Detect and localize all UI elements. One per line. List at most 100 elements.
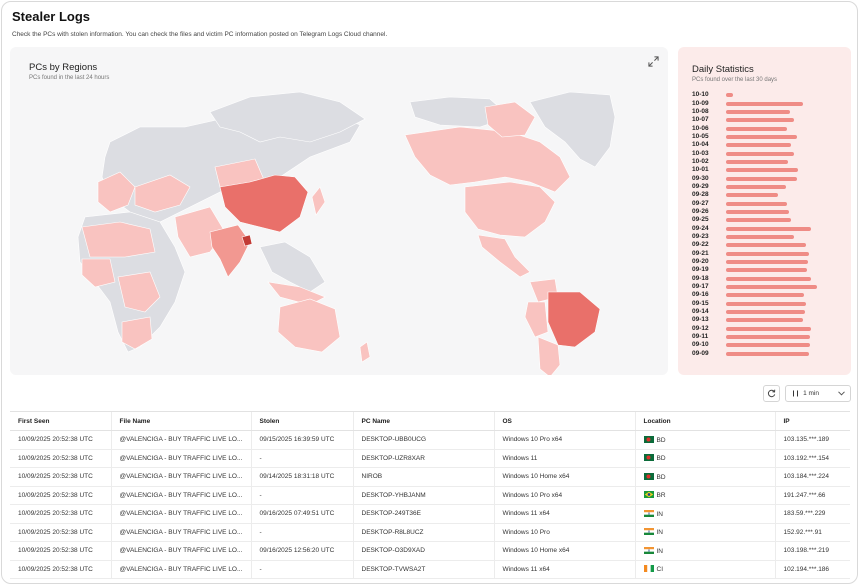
stat-date: 09-28 (692, 191, 709, 199)
table-row[interactable]: 10/09/2025 20:52:38 UTC @VALENCIGA - BUY … (10, 560, 850, 579)
stat-bar (726, 285, 817, 290)
cell-file-name[interactable]: @VALENCIGA - BUY TRAFFIC LIVE LO... (110, 467, 251, 487)
stat-row[interactable]: 09-12 (692, 325, 842, 333)
stat-date: 09-18 (692, 274, 709, 282)
cell-file-name[interactable]: @VALENCIGA - BUY TRAFFIC LIVE LO... (110, 560, 251, 579)
stat-bar (726, 326, 811, 331)
stat-bar (726, 101, 803, 106)
stat-row[interactable]: 09-15 (692, 300, 842, 308)
stat-row[interactable]: 09-24 (692, 225, 842, 233)
cell-pc-name: DESKTOP-UZR8XAR (352, 449, 494, 468)
stat-row[interactable]: 09-09 (692, 350, 842, 358)
stat-row[interactable]: 09-25 (692, 216, 842, 224)
stat-row[interactable]: 10-08 (692, 108, 842, 116)
cell-pc-name: DESKTOP-YHBJANM (352, 486, 494, 505)
cell-file-name[interactable]: @VALENCIGA - BUY TRAFFIC LIVE LO... (110, 486, 251, 505)
cell-file-name[interactable]: @VALENCIGA - BUY TRAFFIC LIVE LO... (110, 449, 251, 468)
stat-bar (726, 235, 794, 240)
stealer-logs-table: First Seen File Name Stolen PC Name OS L… (10, 411, 850, 579)
stat-bar (726, 126, 787, 131)
stat-row[interactable]: 09-18 (692, 275, 842, 283)
stat-date: 10-10 (692, 91, 709, 99)
bangladesh-flag-icon (643, 472, 654, 480)
cell-ip: 191.247.***.66 (774, 486, 850, 505)
stat-row[interactable]: 09-10 (692, 341, 842, 349)
stat-row[interactable]: 10-02 (692, 158, 842, 166)
stat-row[interactable]: 09-28 (692, 191, 842, 199)
stat-bar (726, 243, 806, 248)
cell-file-name[interactable]: @VALENCIGA - BUY TRAFFIC LIVE LO... (110, 541, 251, 561)
stats-panel-subtitle: PCs found over the last 30 days (692, 77, 778, 83)
stat-date: 09-13 (692, 316, 709, 324)
table-row[interactable]: 10/09/2025 20:52:38 UTC @VALENCIGA - BUY … (10, 449, 850, 468)
stat-row[interactable]: 10-05 (692, 133, 842, 141)
column-header-location[interactable]: Location (634, 411, 775, 431)
stat-row[interactable]: 09-17 (692, 283, 842, 291)
table-row[interactable]: 10/09/2025 20:52:38 UTC @VALENCIGA - BUY … (10, 486, 850, 505)
stat-date: 10-08 (692, 107, 709, 115)
stat-row[interactable]: 09-23 (692, 233, 842, 241)
stat-row[interactable]: 10-06 (692, 124, 842, 132)
table-row[interactable]: 10/09/2025 20:52:38 UTC @VALENCIGA - BUY … (10, 467, 850, 487)
map-region-canada (404, 126, 571, 193)
cell-first-seen: 10/09/2025 20:52:38 UTC (10, 560, 111, 579)
expand-icon[interactable] (648, 56, 659, 67)
stat-row[interactable]: 10-01 (692, 166, 842, 174)
stat-date: 10-05 (692, 132, 709, 140)
stat-bar (726, 168, 798, 173)
table-row[interactable]: 10/09/2025 20:52:38 UTC @VALENCIGA - BUY … (10, 430, 850, 450)
map-panel-title: PCs by Regions (29, 62, 98, 73)
cell-ip: 103.198.***.219 (774, 541, 850, 561)
stat-row[interactable]: 09-22 (692, 241, 842, 249)
stat-row[interactable]: 09-27 (692, 199, 842, 207)
stat-row[interactable]: 09-26 (692, 208, 842, 216)
stat-row[interactable]: 09-13 (692, 316, 842, 324)
cell-os: Windows 10 Pro (493, 523, 635, 542)
cell-file-name[interactable]: @VALENCIGA - BUY TRAFFIC LIVE LO... (110, 523, 251, 542)
stat-row[interactable]: 09-16 (692, 291, 842, 299)
cell-stolen: - (250, 560, 353, 579)
stat-row[interactable]: 09-19 (692, 266, 842, 274)
stat-date: 09-23 (692, 233, 709, 241)
column-header-pc-name[interactable]: PC Name (352, 411, 494, 431)
stat-row[interactable]: 09-29 (692, 183, 842, 191)
stat-date: 09-15 (692, 299, 709, 307)
column-header-first-seen[interactable]: First Seen (10, 411, 111, 431)
column-header-stolen[interactable]: Stolen (250, 411, 353, 431)
map-region-south-africa (121, 316, 153, 350)
refresh-button[interactable] (763, 385, 780, 402)
cote-divoire-flag-icon (643, 565, 654, 573)
refresh-interval-select[interactable]: ❙❙ 1 min (785, 385, 851, 402)
stat-row[interactable]: 10-09 (692, 99, 842, 107)
cell-location: BD (634, 449, 775, 468)
stat-row[interactable]: 10-04 (692, 141, 842, 149)
stat-bar (726, 268, 807, 273)
table-row[interactable]: 10/09/2025 20:52:38 UTC @VALENCIGA - BUY … (10, 523, 850, 542)
column-header-ip[interactable]: IP (774, 411, 850, 431)
world-map[interactable] (10, 47, 668, 375)
stat-row[interactable]: 10-03 (692, 149, 842, 157)
india-flag-icon (643, 528, 654, 536)
cell-file-name[interactable]: @VALENCIGA - BUY TRAFFIC LIVE LO... (110, 504, 251, 524)
page-title: Stealer Logs (12, 9, 91, 24)
stat-row[interactable]: 09-14 (692, 308, 842, 316)
stat-date: 09-25 (692, 216, 709, 224)
stat-row[interactable]: 09-11 (692, 333, 842, 341)
column-header-os[interactable]: OS (493, 411, 635, 431)
cell-ip: 152.92.***.91 (774, 523, 850, 542)
stat-row[interactable]: 09-21 (692, 250, 842, 258)
table-row[interactable]: 10/09/2025 20:52:38 UTC @VALENCIGA - BUY … (10, 504, 850, 524)
stat-row[interactable]: 10-10 (692, 91, 842, 99)
column-header-file-name[interactable]: File Name (110, 411, 251, 431)
stat-bar (726, 293, 804, 298)
location-code: IN (656, 547, 664, 555)
cell-file-name[interactable]: @VALENCIGA - BUY TRAFFIC LIVE LO... (110, 430, 251, 450)
stat-row[interactable]: 09-20 (692, 258, 842, 266)
stat-date: 09-30 (692, 174, 709, 182)
stat-row[interactable]: 09-30 (692, 174, 842, 182)
stat-row[interactable]: 10-07 (692, 116, 842, 124)
map-region-brazil (547, 291, 601, 348)
cell-ip: 103.184.***.224 (774, 467, 850, 487)
cell-first-seen: 10/09/2025 20:52:38 UTC (10, 523, 111, 542)
table-row[interactable]: 10/09/2025 20:52:38 UTC @VALENCIGA - BUY … (10, 541, 850, 561)
